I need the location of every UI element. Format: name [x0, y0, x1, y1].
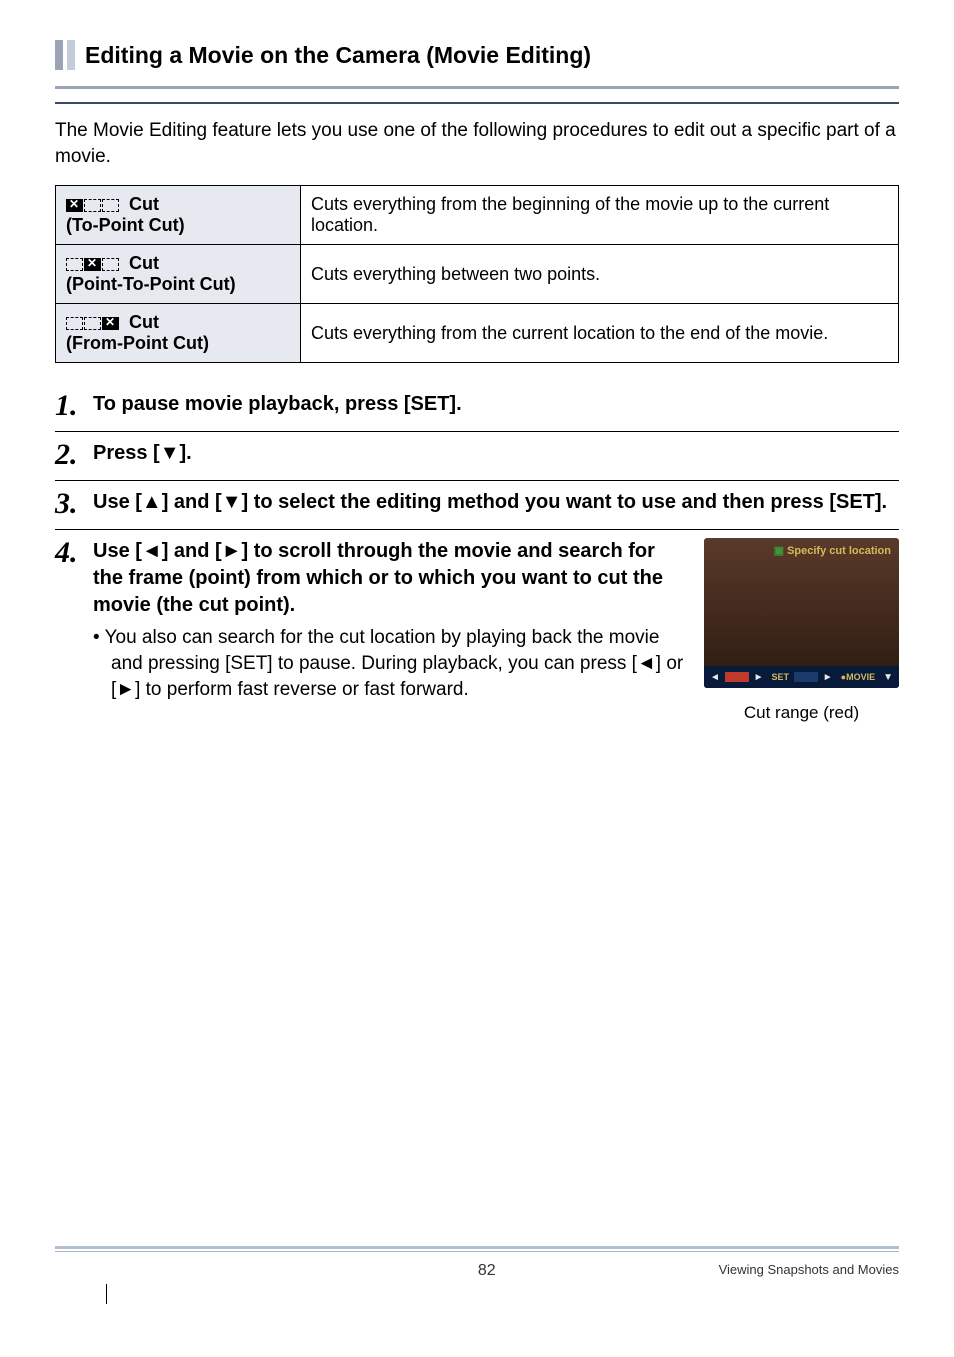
cut-desc: Cuts everything from the current locatio…	[301, 304, 899, 363]
table-row: Cut (To-Point Cut) Cuts everything from …	[56, 186, 899, 245]
table-row: Cut (From-Point Cut) Cuts everything fro…	[56, 304, 899, 363]
footer-text: Viewing Snapshots and Movies	[719, 1262, 899, 1280]
cut-sublabel: (To-Point Cut)	[66, 215, 185, 235]
cut-label: Cut	[129, 312, 159, 332]
point-to-point-cut-icon	[66, 258, 120, 271]
step-text: To pause movie playback, press [SET].	[93, 391, 899, 418]
footer: 82 Viewing Snapshots and Movies	[55, 1246, 899, 1280]
step-bullet: • You also can search for the cut locati…	[93, 625, 686, 702]
preview-image: Specify cut location ◄ ► SET ► ●MOVIE ▼	[704, 538, 899, 688]
right-arrow-icon: ►	[222, 538, 242, 565]
step-text: Press [▼].	[93, 440, 899, 467]
table-row: Cut (Point-To-Point Cut) Cuts everything…	[56, 245, 899, 304]
step-number: 1.	[55, 391, 93, 421]
cut-desc: Cuts everything between two points.	[301, 245, 899, 304]
up-arrow-icon: ▲	[142, 489, 162, 516]
down-arrow-icon: ▼	[222, 489, 242, 516]
to-point-cut-icon	[66, 199, 120, 212]
step-number: 3.	[55, 489, 93, 519]
cut-label: Cut	[129, 194, 159, 214]
cut-sublabel: (Point-To-Point Cut)	[66, 274, 236, 294]
step-text: Use [◄] and [►] to scroll through the mo…	[93, 538, 686, 619]
step-text: Use [▲] and [▼] to select the editing me…	[93, 489, 899, 516]
left-arrow-icon: ◄	[142, 538, 162, 565]
cut-desc: Cuts everything from the beginning of th…	[301, 186, 899, 245]
down-arrow-icon: ▼	[160, 440, 180, 467]
cut-modes-table: Cut (To-Point Cut) Cuts everything from …	[55, 185, 899, 363]
from-point-cut-icon	[66, 317, 120, 330]
cut-label: Cut	[129, 253, 159, 273]
step-number: 2.	[55, 440, 93, 470]
intro-text: The Movie Editing feature lets you use o…	[55, 118, 899, 169]
cut-sublabel: (From-Point Cut)	[66, 333, 209, 353]
preview-overlay-text: Specify cut location	[774, 544, 891, 559]
page-number: 82	[255, 1262, 719, 1280]
preview-caption: Cut range (red)	[704, 702, 899, 725]
step-number: 4.	[55, 538, 93, 568]
section-title: Editing a Movie on the Camera (Movie Edi…	[85, 42, 591, 69]
